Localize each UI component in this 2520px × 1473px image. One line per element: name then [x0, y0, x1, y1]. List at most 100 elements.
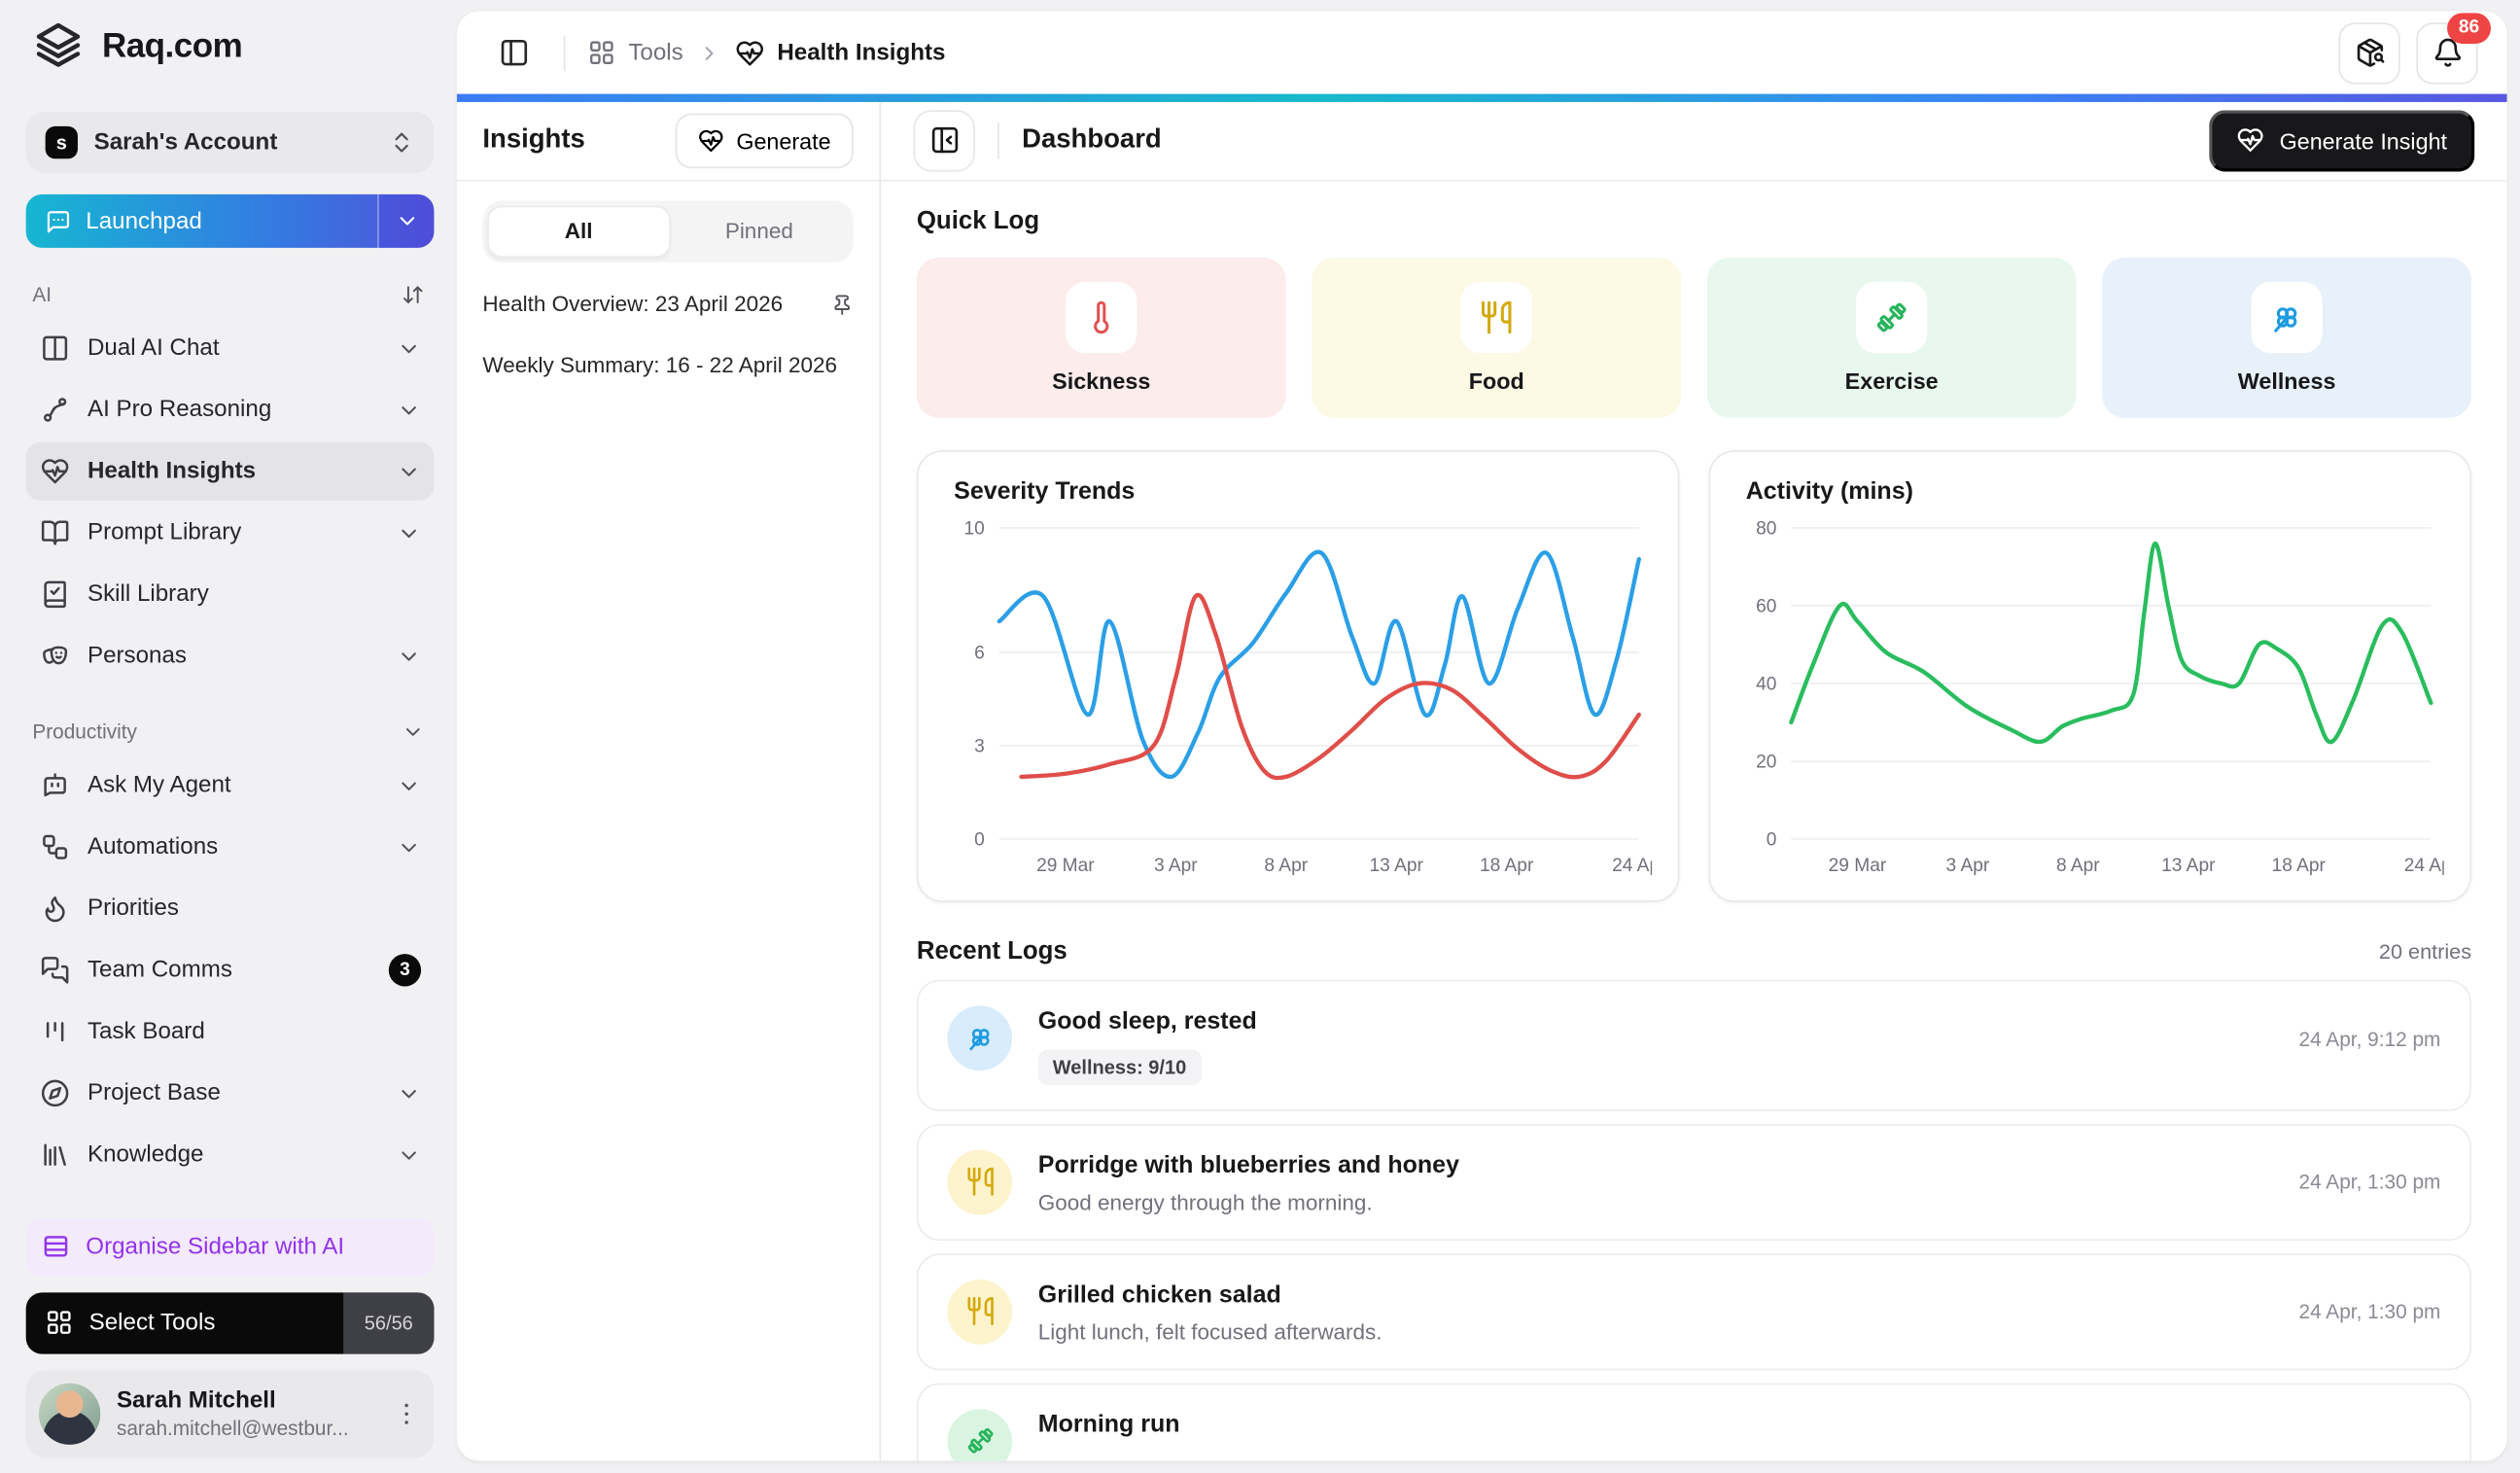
tab-all[interactable]: All	[487, 205, 669, 257]
utensils-icon	[964, 1166, 996, 1197]
clover-icon	[964, 1022, 996, 1053]
compass-icon	[41, 1078, 70, 1107]
log-entry-subtitle: Good energy through the morning.	[1038, 1190, 2273, 1214]
log-entry-icon	[947, 1005, 1012, 1070]
launchpad-expand-button[interactable]	[379, 194, 435, 248]
log-entry-title: Grilled chicken salad	[1038, 1279, 2273, 1308]
chevron-down-icon	[397, 1142, 421, 1167]
organise-sidebar-button[interactable]: Organise Sidebar with AI	[26, 1217, 435, 1276]
sidebar-item-label: Personas	[88, 643, 379, 669]
insight-item-title: Weekly Summary: 16 - 22 April 2026	[482, 353, 853, 377]
log-entry[interactable]: Good sleep, restedWellness: 9/1024 Apr, …	[917, 979, 2471, 1110]
app-viewport: Raq.com s Sarah's Account Launchpad AI Du…	[0, 0, 2520, 1473]
log-entry-body: Good sleep, restedWellness: 9/10	[1038, 1005, 2273, 1085]
sidebar-item-ask-my-agent[interactable]: Ask My Agent	[26, 756, 435, 815]
insight-item[interactable]: Weekly Summary: 16 - 22 April 2026	[470, 336, 866, 395]
thermometer-icon	[1083, 298, 1119, 334]
quick-log-card-sickness[interactable]: Sickness	[917, 257, 1286, 417]
log-entry-body: Morning run	[1038, 1408, 2441, 1437]
sidebar-item-task-board[interactable]: Task Board	[26, 1002, 435, 1061]
tab-pinned[interactable]: Pinned	[670, 205, 849, 257]
user-avatar	[39, 1383, 100, 1444]
generate-button[interactable]: Generate	[675, 113, 854, 168]
account-switcher[interactable]: s Sarah's Account	[26, 112, 435, 173]
utensils-icon	[964, 1296, 996, 1327]
sidebar-item-ai-pro-reasoning[interactable]: AI Pro Reasoning	[26, 380, 435, 438]
launchpad-button[interactable]: Launchpad	[26, 194, 435, 248]
recent-logs-list: Good sleep, restedWellness: 9/10 24 Apr, …	[917, 979, 2471, 1460]
sidebar-item-label: Ask My Agent	[88, 773, 379, 799]
chart-title: Severity Trends	[954, 477, 1652, 505]
dashboard-title: Dashboard	[1022, 124, 1162, 156]
quick-log-card-exercise[interactable]: Exercise	[1707, 257, 2077, 417]
quick-log-card-wellness[interactable]: Wellness	[2102, 257, 2471, 417]
chevrons-up-down-icon	[389, 129, 415, 156]
sidebar-item-label: AI Pro Reasoning	[88, 397, 379, 423]
quick-log-label: Exercise	[1845, 367, 1939, 393]
chevron-down-icon	[397, 835, 421, 859]
notifications-button[interactable]: 86	[2416, 21, 2477, 83]
svg-text:24 Apr: 24 Apr	[2404, 855, 2444, 875]
sidebar-item-dual-ai-chat[interactable]: Dual AI Chat	[26, 319, 435, 377]
log-entry-icon	[947, 1408, 1012, 1459]
select-tools-count: 56/56	[343, 1291, 434, 1352]
library-icon	[41, 1140, 70, 1170]
sidebar-item-knowledge[interactable]: Knowledge	[26, 1126, 435, 1184]
series-wellness-severity	[999, 551, 1639, 776]
log-entry[interactable]: Grilled chicken saladLight lunch, felt f…	[917, 1253, 2471, 1370]
sidebar-item-skill-library[interactable]: Skill Library	[26, 565, 435, 623]
sidebar-section-header: Productivity	[26, 720, 435, 743]
sidebar-item-priorities[interactable]: Priorities	[26, 880, 435, 938]
collapse-insights-button[interactable]	[914, 109, 975, 170]
log-entry[interactable]: Porridge with blueberries and honeyGood …	[917, 1123, 2471, 1240]
sidebar-item-personas[interactable]: Personas	[26, 627, 435, 685]
nodes-icon	[41, 395, 70, 424]
sidebar-item-automations[interactable]: Automations	[26, 818, 435, 876]
svg-text:20: 20	[1756, 752, 1776, 772]
user-card[interactable]: Sarah Mitchell sarah.mitchell@westbur...	[26, 1369, 435, 1456]
book-open-icon	[41, 518, 70, 547]
sidebar-item-label: Dual AI Chat	[88, 335, 379, 362]
panel-left-close-icon	[928, 124, 960, 156]
chevron-down-icon	[395, 209, 419, 233]
breadcrumb-tools[interactable]: Tools	[588, 39, 683, 66]
svg-text:80: 80	[1756, 518, 1776, 539]
select-tools-button[interactable]: Select Tools 56/56	[26, 1291, 435, 1352]
sidebar-section-label: AI	[32, 284, 52, 306]
chart-title: Activity (mins)	[1746, 477, 2444, 505]
log-entry-icon	[947, 1279, 1012, 1344]
package-search-button[interactable]	[2338, 21, 2399, 83]
activity-chart: 02040608029 Mar3 Apr8 Apr13 Apr18 Apr24 …	[1736, 511, 2444, 881]
log-entry[interactable]: Morning run	[917, 1383, 2471, 1460]
recent-logs-count: 20 entries	[2379, 939, 2471, 964]
sidebar-toggle-button[interactable]	[486, 25, 542, 81]
package-search-icon	[2354, 37, 2385, 68]
dumbbell-icon	[964, 1425, 996, 1456]
svg-text:10: 10	[964, 518, 985, 539]
sidebar-item-label: Priorities	[88, 895, 421, 922]
insight-item[interactable]: Health Overview: 23 April 2026	[470, 274, 866, 333]
log-entry-body: Porridge with blueberries and honeyGood …	[1038, 1149, 2273, 1214]
sidebar-item-label: Prompt Library	[88, 520, 379, 546]
dashboard: Dashboard Generate Insight Quick Log Sic…	[881, 101, 2506, 1460]
notification-badge: 86	[2447, 12, 2491, 43]
insights-list: Health Overview: 23 April 2026 Weekly Sum…	[457, 271, 880, 398]
message-square-icon	[46, 208, 72, 234]
svg-text:29 Mar: 29 Mar	[1829, 855, 1887, 875]
log-entry-time: 24 Apr, 1:30 pm	[2299, 1171, 2441, 1193]
more-vertical-icon[interactable]	[392, 1398, 421, 1427]
sidebar-bottom: Organise Sidebar with AI Select Tools 56…	[26, 1217, 435, 1457]
sidebar-item-health-insights[interactable]: Health Insights	[26, 442, 435, 501]
svg-text:0: 0	[974, 829, 985, 850]
quick-log-title: Quick Log	[917, 206, 2471, 235]
sidebar-item-prompt-library[interactable]: Prompt Library	[26, 504, 435, 562]
sidebar-item-team-comms[interactable]: Team Comms3	[26, 941, 435, 1000]
quick-log-card-food[interactable]: Food	[1312, 257, 1681, 417]
app-logo: Raq.com	[26, 21, 435, 73]
topbar: Tools Health Insights 86	[457, 12, 2507, 94]
sidebar-item-project-base[interactable]: Project Base	[26, 1064, 435, 1122]
account-avatar: s	[46, 126, 78, 158]
sidebar-item-label: Health Insights	[88, 458, 379, 484]
svg-text:0: 0	[1767, 829, 1777, 850]
generate-insight-button[interactable]: Generate Insight	[2210, 109, 2474, 170]
